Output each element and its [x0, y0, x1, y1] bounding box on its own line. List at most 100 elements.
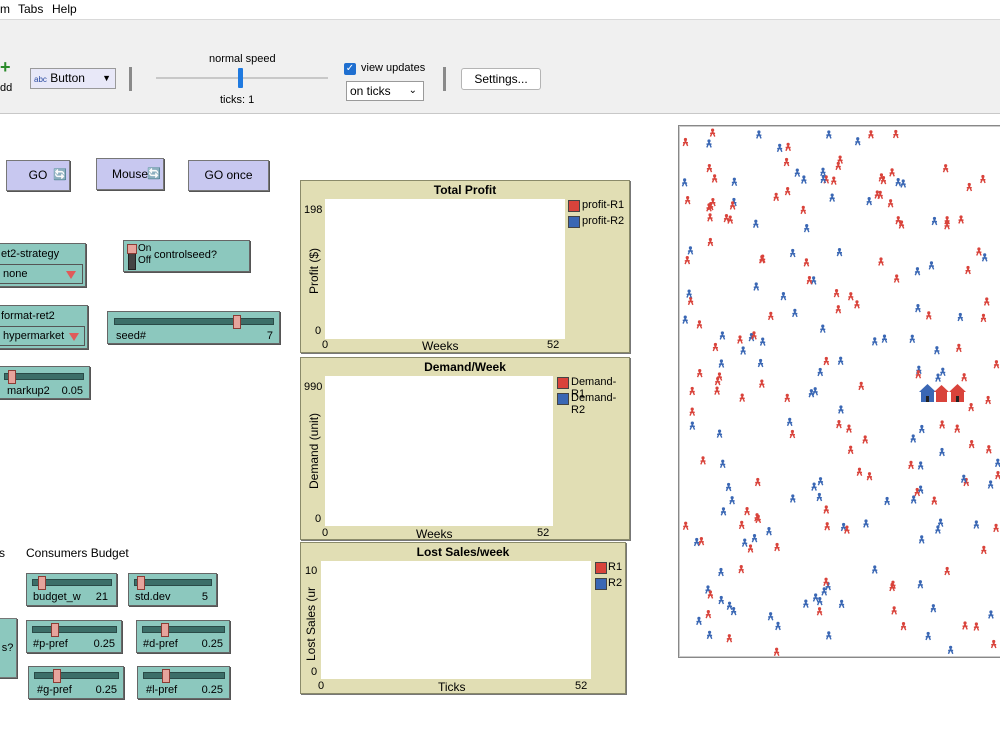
slider-track[interactable] — [34, 672, 119, 679]
consumer-agent-icon — [705, 610, 712, 619]
menu-item-partial[interactable]: m — [0, 2, 10, 16]
consumer-agent-icon — [776, 143, 783, 153]
world-agents[interactable] — [679, 126, 1000, 657]
go-once-button[interactable]: GO once — [188, 160, 269, 191]
consumer-agent-icon — [738, 520, 745, 530]
consumer-agent-icon — [794, 168, 801, 177]
consumer-agent-icon — [780, 292, 787, 301]
total-profit-plot[interactable]: Total Profit 198 0 0 52 Weeks Profit ($)… — [300, 180, 630, 353]
budget-w-slider[interactable]: budget_w 21 — [26, 573, 117, 606]
consumer-agent-icon — [909, 334, 916, 344]
slider-track[interactable] — [32, 626, 117, 633]
consumer-agent-icon — [726, 601, 733, 610]
consumer-agent-icon — [820, 167, 826, 177]
legend-label: R1 — [608, 561, 623, 573]
tab-strip — [0, 19, 1000, 44]
controlseed-switch[interactable]: On Off controlseed? — [123, 240, 250, 272]
consumer-agent-icon — [719, 459, 726, 469]
format-ret2-chooser[interactable]: format-ret2 hypermarket — [0, 305, 88, 349]
consumer-agent-icon — [783, 157, 790, 167]
consumer-agent-icon — [910, 434, 917, 443]
consumer-agent-icon — [895, 177, 902, 187]
view-updates-checkbox[interactable]: ✓ — [344, 63, 356, 75]
partial-button[interactable]: s? — [0, 618, 17, 678]
slider-knob[interactable] — [160, 623, 169, 637]
consumer-agent-icon — [995, 471, 1000, 480]
retailer-house-icon — [949, 384, 966, 402]
p-pref-slider[interactable]: #p-pref 0.25 — [26, 620, 122, 653]
speed-slider-thumb[interactable] — [238, 68, 243, 88]
consumer-agent-icon — [993, 523, 999, 533]
add-label[interactable]: dd — [0, 82, 12, 94]
switch-on-label: On — [138, 243, 152, 254]
plot-area[interactable] — [325, 376, 553, 526]
consumer-agent-icon — [980, 313, 987, 323]
consumer-agent-icon — [847, 445, 854, 455]
switch-knob[interactable] — [127, 244, 137, 254]
demand-week-plot[interactable]: Demand/Week 990 0 0 52 Weeks Demand (uni… — [300, 357, 630, 541]
g-pref-slider[interactable]: #g-pref 0.25 — [28, 666, 124, 699]
settings-button[interactable]: Settings... — [461, 68, 541, 90]
consumer-agent-icon — [725, 482, 732, 492]
consumer-agent-icon — [740, 346, 746, 355]
consumer-agent-icon — [881, 334, 888, 343]
menu-item-help[interactable]: Help — [52, 2, 77, 16]
consumer-agent-icon — [681, 178, 688, 187]
seed-label: seed# — [116, 330, 146, 342]
d-pref-slider[interactable]: #d-pref 0.25 — [136, 620, 230, 653]
slider-knob[interactable] — [53, 669, 62, 683]
consumer-agent-icon — [784, 393, 791, 403]
go-button[interactable]: GO 🔄 — [6, 160, 70, 191]
plot-area[interactable] — [325, 199, 565, 339]
lost-sales-plot[interactable]: Lost Sales/week 10 0 0 52 Ticks Lost Sal… — [300, 542, 626, 694]
consumer-agent-icon — [835, 161, 842, 171]
consumer-agent-icon — [966, 182, 973, 192]
slider-knob[interactable] — [37, 576, 46, 590]
consumer-agent-icon — [856, 467, 863, 476]
slider-track[interactable] — [134, 579, 212, 586]
consumer-agent-icon — [944, 566, 951, 576]
slider-knob[interactable] — [232, 315, 241, 329]
add-plus-icon[interactable]: + — [0, 57, 11, 78]
format-ret2-select[interactable]: hypermarket — [0, 326, 85, 346]
ticks-label: ticks: 1 — [220, 94, 255, 106]
plot-area[interactable] — [321, 561, 591, 679]
toolbar: + dd abc Button ▼ normal speed ticks: 1 … — [0, 43, 1000, 114]
slider-knob[interactable] — [7, 370, 16, 384]
dropdown-triangle-icon — [69, 333, 79, 341]
slider-track[interactable] — [142, 626, 225, 633]
slider-track[interactable] — [4, 373, 84, 380]
x-max-tick: 52 — [575, 680, 588, 692]
consumer-agent-icon — [930, 604, 937, 613]
retailer-house-icon — [934, 385, 949, 402]
consumer-agent-icon — [900, 179, 907, 188]
slider-knob[interactable] — [161, 669, 170, 683]
consumer-agent-icon — [958, 215, 964, 224]
world-view[interactable] — [678, 125, 1000, 658]
consumer-agent-icon — [968, 439, 975, 449]
l-pref-slider[interactable]: #l-pref 0.25 — [137, 666, 230, 699]
menu-item-tabs[interactable]: Tabs — [18, 2, 43, 16]
consumer-agent-icon — [789, 494, 796, 503]
slider-track[interactable] — [143, 672, 225, 679]
update-mode-select[interactable]: on ticks ⌄ — [346, 81, 424, 101]
std-dev-slider[interactable]: std.dev 5 — [128, 573, 217, 606]
ret2-strategy-select[interactable]: none — [0, 264, 83, 284]
budget-w-label: budget_w — [33, 591, 81, 603]
seed-slider[interactable]: seed# 7 — [107, 311, 280, 344]
consumer-agent-icon — [942, 164, 949, 173]
consumer-agent-icon — [962, 621, 968, 630]
ret2-strategy-chooser[interactable]: et2-strategy none — [0, 243, 86, 287]
widget-type-selector[interactable]: abc Button ▼ — [30, 68, 116, 89]
slider-track[interactable] — [114, 318, 274, 325]
toolbar-separator — [443, 67, 446, 91]
mouse-button[interactable]: Mouse 🔄 — [96, 158, 164, 190]
slider-knob[interactable] — [136, 576, 145, 590]
consumer-agent-icon — [744, 507, 750, 516]
consumer-agent-icon — [878, 257, 884, 266]
legend-swatch-red — [568, 200, 580, 212]
slider-knob[interactable] — [51, 623, 60, 637]
markup2-slider[interactable]: markup2 0.05 — [0, 366, 90, 399]
consumer-agent-icon — [784, 186, 791, 196]
consumer-agent-icon — [789, 429, 796, 439]
